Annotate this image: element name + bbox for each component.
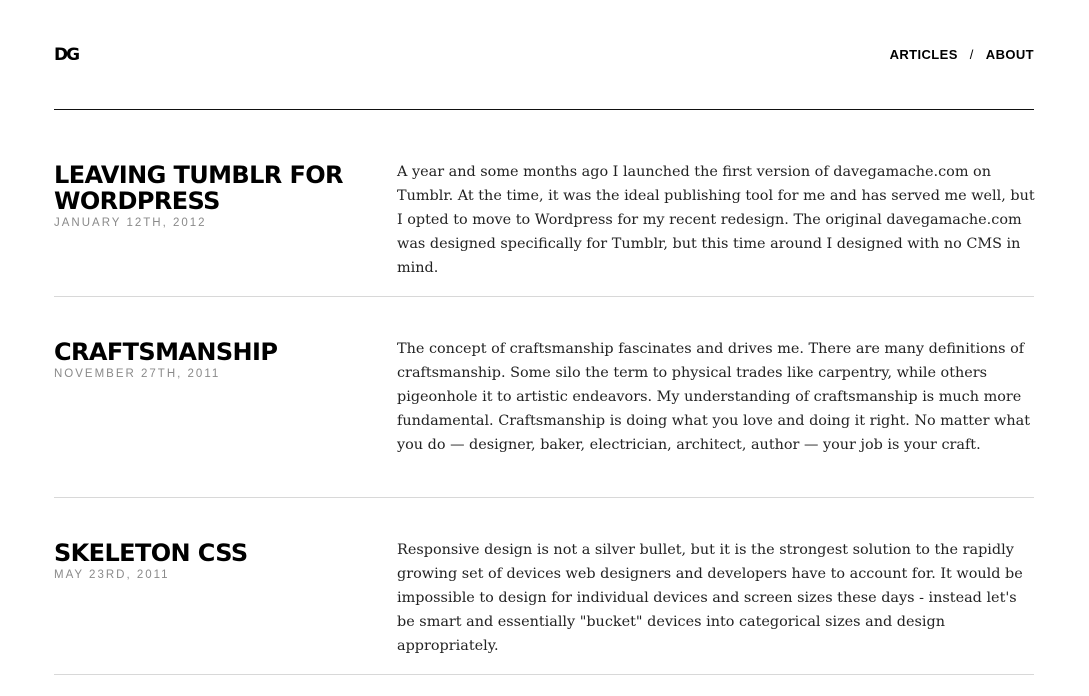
article-excerpt: A year and some months ago I launched th… (397, 164, 1035, 276)
article-date: NOVEMBER 27TH, 2011 (54, 368, 221, 380)
article-date: MAY 23RD, 2011 (54, 569, 170, 581)
article-title-link[interactable]: LEAVING TUMBLR FOR WORDPRESS (54, 161, 344, 215)
article-title: LEAVING TUMBLR FOR WORDPRESS (54, 162, 374, 214)
header-rule (54, 109, 1034, 110)
article-title: CRAFTSMANSHIP (54, 339, 374, 365)
nav-link-articles[interactable]: ARTICLES (890, 47, 958, 62)
article-title: SKELETON CSS (54, 540, 374, 566)
site-header: DG ARTICLES / ABOUT (54, 44, 1034, 66)
article-title-link[interactable]: SKELETON CSS (54, 539, 248, 567)
article-excerpt: Responsive design is not a silver bullet… (397, 542, 1023, 654)
site-logo[interactable]: DG (54, 45, 80, 65)
article-meta: SKELETON CSS MAY 23RD, 2011 (54, 540, 374, 582)
article-meta: CRAFTSMANSHIP NOVEMBER 27TH, 2011 (54, 339, 374, 381)
article-divider (54, 674, 1034, 675)
article-divider (54, 296, 1034, 297)
main-nav: ARTICLES / ABOUT (890, 47, 1034, 63)
article-excerpt: The concept of craftsmanship fascinates … (397, 341, 1030, 453)
article-date: JANUARY 12TH, 2012 (54, 217, 207, 229)
article-title-link[interactable]: CRAFTSMANSHIP (54, 338, 278, 366)
article-meta: LEAVING TUMBLR FOR WORDPRESS JANUARY 12T… (54, 162, 374, 230)
nav-separator: / (969, 47, 974, 62)
article-divider (54, 497, 1034, 498)
nav-link-about[interactable]: ABOUT (986, 47, 1034, 62)
